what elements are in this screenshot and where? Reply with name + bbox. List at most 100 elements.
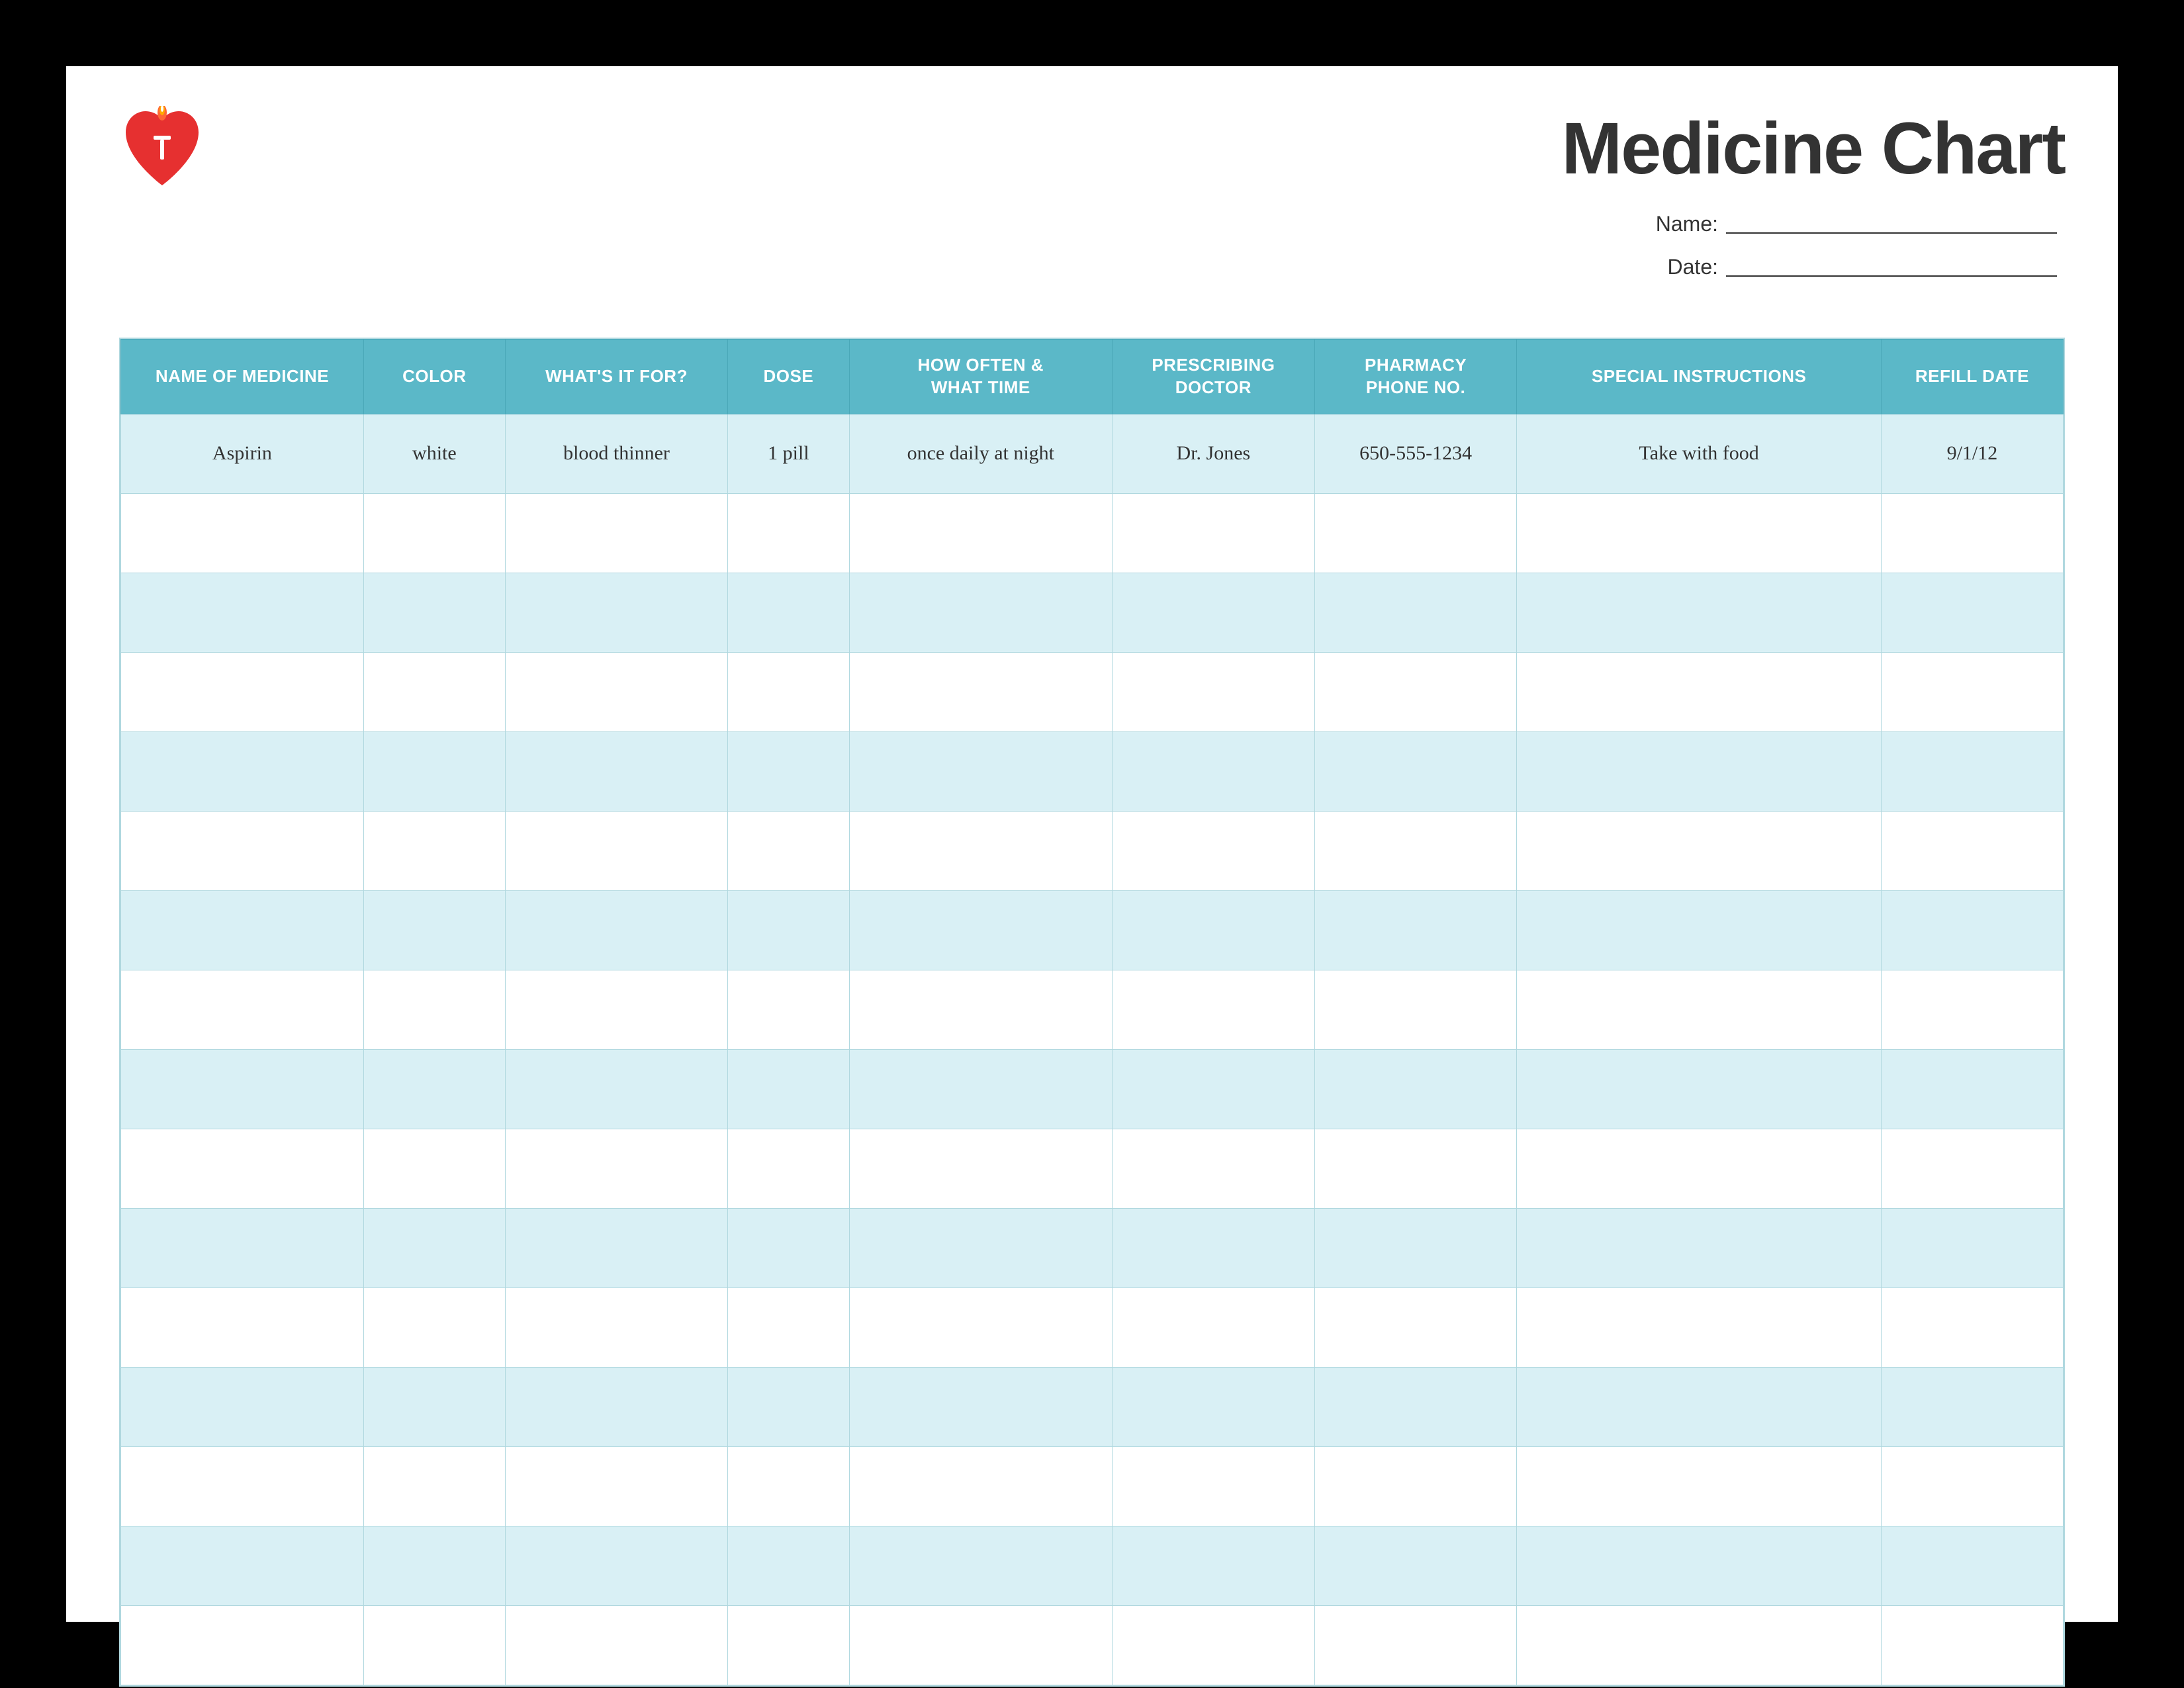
cell-color <box>363 1129 505 1208</box>
cell-color <box>363 652 505 731</box>
cell-doctor <box>1113 1446 1315 1526</box>
cell-pharmacy: 650-555-1234 <box>1314 414 1517 493</box>
cell-how <box>849 970 1112 1049</box>
col-header-what: WHAT'S IT FOR? <box>505 340 727 414</box>
cell-pharmacy <box>1314 573 1517 652</box>
cell-special <box>1517 811 1881 890</box>
cell-how <box>849 1129 1112 1208</box>
cell-doctor <box>1113 1288 1315 1367</box>
cell-what <box>505 1526 727 1605</box>
cell-doctor <box>1113 811 1315 890</box>
cell-how <box>849 890 1112 970</box>
table-row <box>121 1288 2064 1367</box>
cell-pharmacy <box>1314 811 1517 890</box>
cell-special <box>1517 731 1881 811</box>
cell-refill <box>1881 1208 2063 1288</box>
cell-name <box>121 970 364 1049</box>
cell-color <box>363 493 505 573</box>
cell-doctor <box>1113 731 1315 811</box>
cell-name <box>121 811 364 890</box>
cell-special <box>1517 493 1881 573</box>
cell-how <box>849 493 1112 573</box>
table-row: Aspirinwhiteblood thinner1 pillonce dail… <box>121 414 2064 493</box>
cell-doctor <box>1113 1605 1315 1685</box>
col-header-doctor: PRESCRIBINGDOCTOR <box>1113 340 1315 414</box>
name-underline <box>1726 215 2057 234</box>
table-row <box>121 573 2064 652</box>
cell-color <box>363 811 505 890</box>
cell-dose <box>728 1129 849 1208</box>
cell-dose <box>728 573 849 652</box>
cell-how <box>849 1288 1112 1367</box>
cell-doctor <box>1113 1129 1315 1208</box>
cell-refill <box>1881 1288 2063 1367</box>
cell-what <box>505 573 727 652</box>
table-row <box>121 731 2064 811</box>
cell-dose <box>728 652 849 731</box>
cell-refill <box>1881 1129 2063 1208</box>
cell-special <box>1517 1288 1881 1367</box>
cell-color <box>363 1446 505 1526</box>
col-header-special: SPECIAL INSTRUCTIONS <box>1517 340 1881 414</box>
cell-doctor: Dr. Jones <box>1113 414 1315 493</box>
cell-color <box>363 890 505 970</box>
cell-color <box>363 1526 505 1605</box>
cell-doctor <box>1113 573 1315 652</box>
cell-how <box>849 1526 1112 1605</box>
cell-refill <box>1881 970 2063 1049</box>
cell-pharmacy <box>1314 652 1517 731</box>
cell-color <box>363 731 505 811</box>
col-header-color: COLOR <box>363 340 505 414</box>
cell-pharmacy <box>1314 1446 1517 1526</box>
cell-color <box>363 1208 505 1288</box>
cell-color <box>363 1367 505 1446</box>
cell-special <box>1517 1526 1881 1605</box>
cell-how: once daily at night <box>849 414 1112 493</box>
cell-dose <box>728 811 849 890</box>
cell-special <box>1517 652 1881 731</box>
table-row <box>121 1129 2064 1208</box>
cell-how <box>849 1208 1112 1288</box>
table-row <box>121 1446 2064 1526</box>
medicine-table: NAME OF MEDICINE COLOR WHAT'S IT FOR? DO… <box>120 339 2064 1685</box>
cell-how <box>849 652 1112 731</box>
cell-color: white <box>363 414 505 493</box>
cell-what <box>505 890 727 970</box>
cell-doctor <box>1113 1367 1315 1446</box>
cell-dose <box>728 1049 849 1129</box>
col-header-pharmacy: PHARMACYPHONE NO. <box>1314 340 1517 414</box>
cell-pharmacy <box>1314 1367 1517 1446</box>
cell-doctor <box>1113 890 1315 970</box>
cell-name <box>121 1526 364 1605</box>
cell-dose <box>728 1367 849 1446</box>
cell-name <box>121 1367 364 1446</box>
cell-refill <box>1881 1367 2063 1446</box>
cell-refill <box>1881 811 2063 890</box>
cell-how <box>849 1049 1112 1129</box>
table-row <box>121 1367 2064 1446</box>
cell-refill <box>1881 731 2063 811</box>
cell-dose: 1 pill <box>728 414 849 493</box>
cell-dose <box>728 493 849 573</box>
cell-pharmacy <box>1314 731 1517 811</box>
table-row <box>121 1605 2064 1685</box>
header: Medicine Chart Name: Date: <box>119 106 2065 298</box>
header-right: Medicine Chart Name: Date: <box>1562 106 2065 298</box>
col-header-dose: DOSE <box>728 340 849 414</box>
cell-name <box>121 493 364 573</box>
cell-special <box>1517 1208 1881 1288</box>
cell-refill <box>1881 1605 2063 1685</box>
cell-name: Aspirin <box>121 414 364 493</box>
table-row <box>121 970 2064 1049</box>
cell-refill <box>1881 1049 2063 1129</box>
cell-special <box>1517 1049 1881 1129</box>
cell-name <box>121 731 364 811</box>
cell-name <box>121 652 364 731</box>
table-row <box>121 811 2064 890</box>
table-row <box>121 1526 2064 1605</box>
cell-special <box>1517 1446 1881 1526</box>
cell-how <box>849 1605 1112 1685</box>
cell-pharmacy <box>1314 890 1517 970</box>
cell-special <box>1517 1605 1881 1685</box>
table-row <box>121 493 2064 573</box>
